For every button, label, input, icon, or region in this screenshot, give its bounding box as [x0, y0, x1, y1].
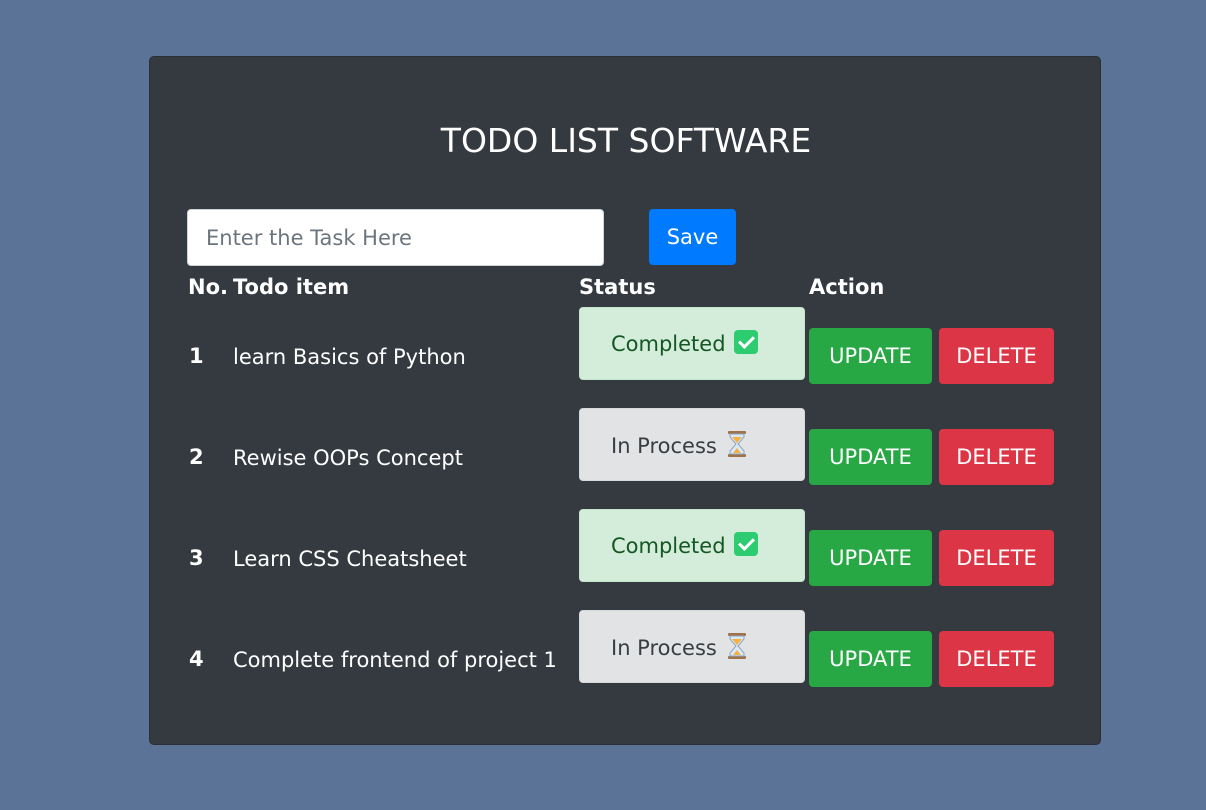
todo-item-text: Learn CSS Cheatsheet — [233, 547, 467, 571]
status-badge: Completed — [579, 509, 805, 582]
delete-button[interactable]: DELETE — [939, 429, 1054, 485]
table-row: 4 Complete frontend of project 1 In Proc… — [150, 610, 1102, 711]
row-number: 4 — [189, 647, 204, 671]
table-row: 3 Learn CSS Cheatsheet Completed UPDATE … — [150, 509, 1102, 610]
page-title: TODO LIST SOFTWARE — [440, 121, 812, 160]
status-text: Completed — [611, 534, 726, 558]
task-input[interactable] — [187, 209, 604, 266]
row-number: 3 — [189, 546, 204, 570]
table-row: 1 learn Basics of Python Completed UPDAT… — [150, 307, 1102, 408]
header-status: Status — [579, 275, 656, 299]
header-no: No. — [188, 275, 228, 299]
update-button[interactable]: UPDATE — [809, 631, 932, 687]
save-button[interactable]: Save — [649, 209, 736, 265]
delete-button[interactable]: DELETE — [939, 328, 1054, 384]
hourglass-icon — [727, 431, 746, 457]
status-badge: In Process — [579, 610, 805, 683]
status-badge: In Process — [579, 408, 805, 481]
update-button[interactable]: UPDATE — [809, 530, 932, 586]
check-mark-icon — [733, 532, 758, 556]
todo-item-text: Rewise OOPs Concept — [233, 446, 463, 470]
todo-item-text: learn Basics of Python — [233, 345, 466, 369]
header-action: Action — [809, 275, 885, 299]
status-text: In Process — [611, 434, 717, 458]
table-row: 2 Rewise OOPs Concept In Process UPDATE … — [150, 408, 1102, 509]
update-button[interactable]: UPDATE — [809, 328, 932, 384]
check-mark-icon — [733, 330, 758, 354]
delete-button[interactable]: DELETE — [939, 631, 1054, 687]
row-number: 2 — [189, 445, 204, 469]
row-number: 1 — [189, 344, 204, 368]
status-badge: Completed — [579, 307, 805, 380]
todo-item-text: Complete frontend of project 1 — [233, 648, 557, 672]
todo-card: TODO LIST SOFTWARE Save No. Todo item St… — [149, 56, 1101, 745]
header-todo-item: Todo item — [233, 275, 350, 299]
status-text: Completed — [611, 332, 726, 356]
update-button[interactable]: UPDATE — [809, 429, 932, 485]
status-text: In Process — [611, 636, 717, 660]
delete-button[interactable]: DELETE — [939, 530, 1054, 586]
hourglass-icon — [727, 633, 746, 659]
